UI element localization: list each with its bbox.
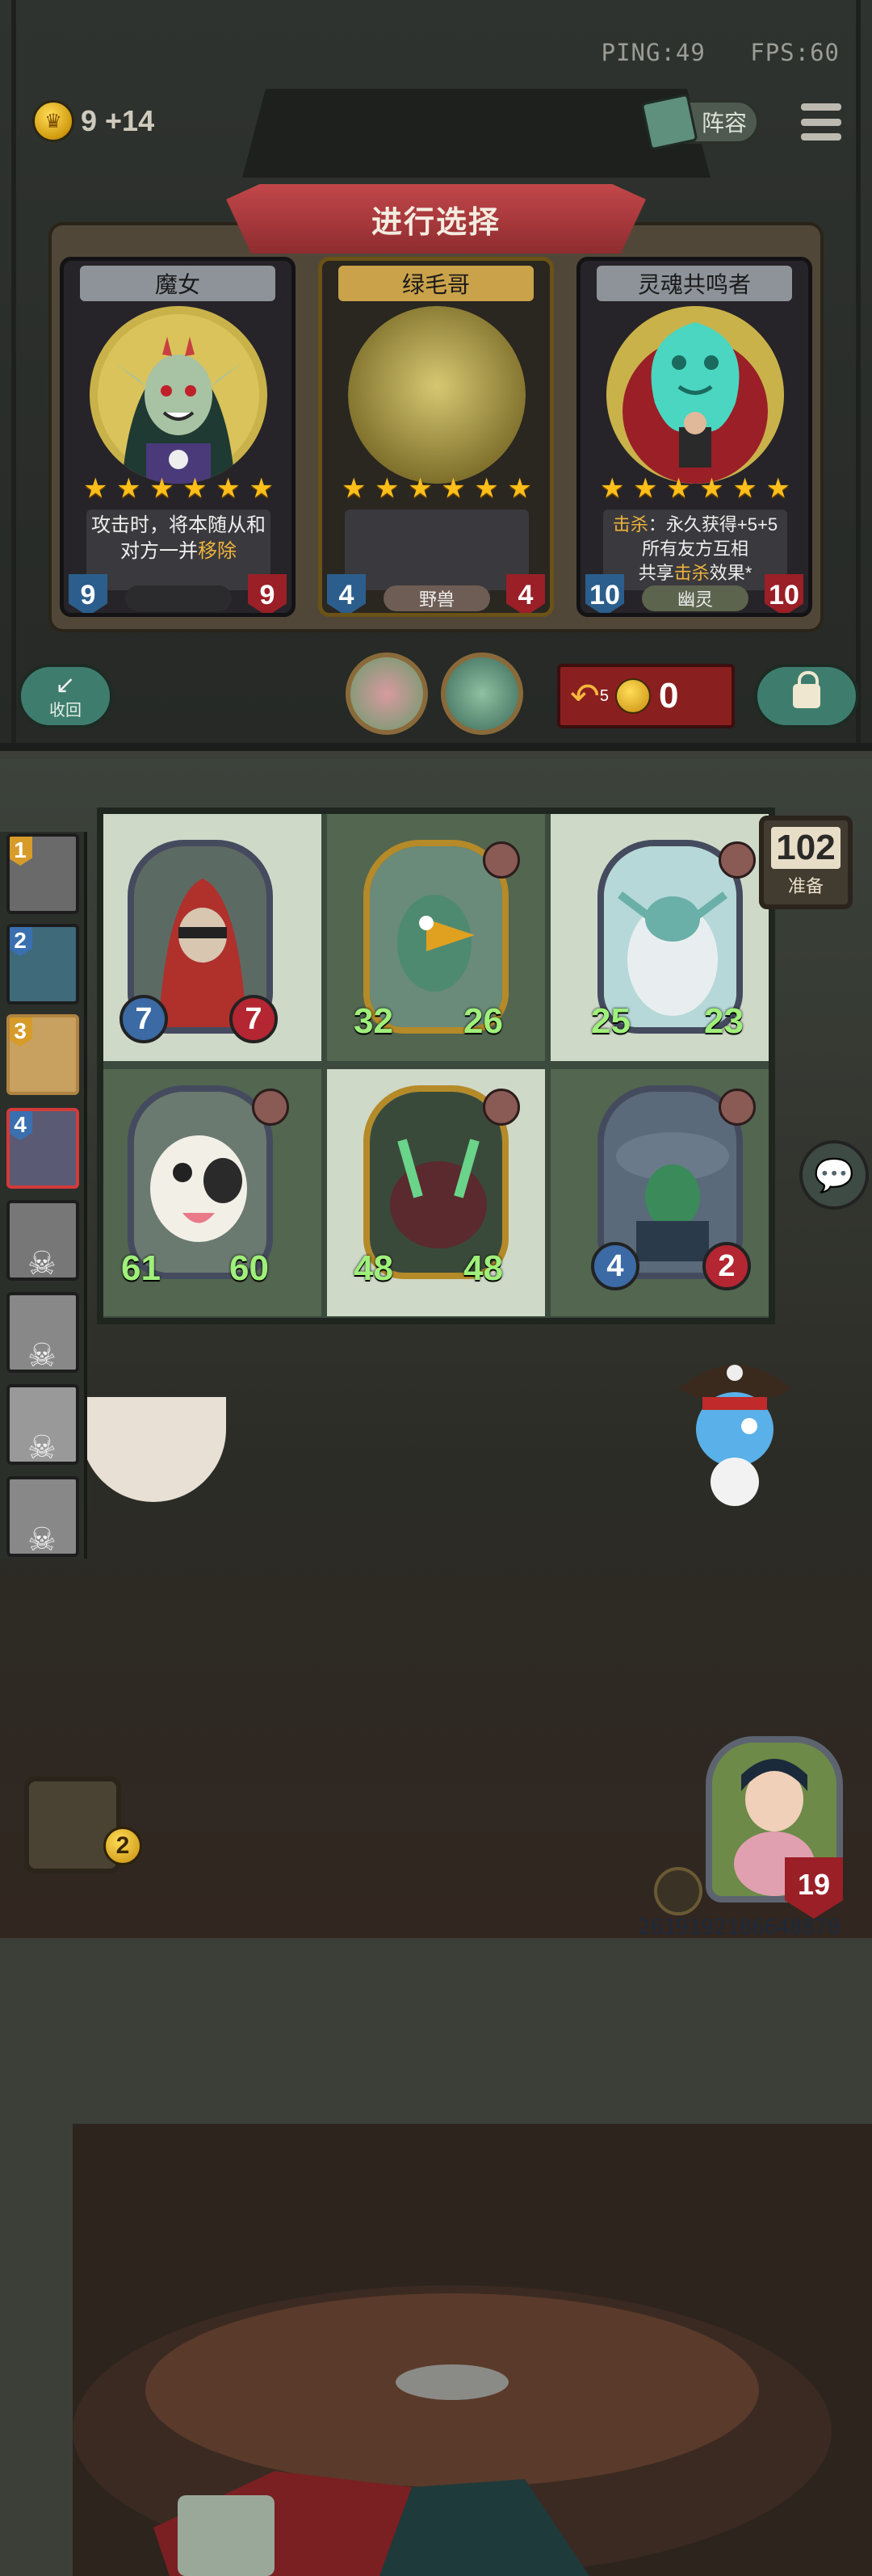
gold-text: 9 +14: [81, 104, 155, 137]
lineup-label: 阵容: [701, 111, 747, 136]
card-name: 魔女: [80, 266, 275, 301]
player-rank: 3: [10, 1017, 32, 1047]
recall-label: 收回: [49, 702, 82, 720]
ping-text: PING:49: [601, 39, 706, 66]
tavern-tier: 2: [103, 1827, 142, 1865]
roulette-table: [73, 2124, 872, 2576]
tribe-badge-icon: [483, 841, 520, 879]
pirate-dolphin-decoration: [670, 1340, 799, 1518]
card-health: 9: [248, 574, 287, 613]
player-slot-eliminated[interactable]: ☠: [6, 1200, 79, 1281]
tribe-badge-icon: [483, 1089, 520, 1126]
skull-icon: ☠: [27, 1246, 57, 1281]
card-name: 绿毛哥: [338, 266, 534, 301]
player-slot-1[interactable]: 1: [6, 833, 79, 914]
player-slot-eliminated[interactable]: ☠: [6, 1384, 79, 1465]
witch-portrait: [90, 306, 267, 484]
player-rank: 4: [10, 1111, 32, 1140]
panel-tab: [242, 89, 711, 178]
choice-card-3[interactable]: 灵魂共鸣者 ★ ★ ★ ★ ★ ★ 击杀：永久获得+5+5 所有友方互相 共享击杀效果* …: [576, 257, 812, 617]
tavern-tier-icon[interactable]: [24, 1777, 121, 1873]
card-attack: 10: [585, 574, 624, 613]
minion-6-attack: 4: [591, 1242, 639, 1290]
card-stars: ★ ★ ★ ★ ★ ★: [342, 473, 532, 504]
shop-item-1-icon[interactable]: [346, 652, 428, 735]
fps-text: FPS:60: [750, 39, 840, 66]
shop-item-2-icon[interactable]: [441, 652, 523, 735]
minion-4-attack: 61: [121, 1248, 161, 1288]
soul-resonator-portrait: [606, 306, 784, 484]
card-text: 击杀：永久获得+5+5 所有友方互相 共享击杀效果*: [603, 510, 787, 590]
tribe-badge-icon: [252, 1089, 289, 1126]
empty-portrait: [348, 306, 526, 484]
chat-icon[interactable]: 💬: [799, 1140, 869, 1210]
card-health: 4: [506, 574, 545, 613]
timer-label: 准备: [787, 876, 824, 896]
card-stars: ★ ★ ★ ★ ★ ★: [83, 473, 274, 504]
card-stars: ★ ★ ★ ★ ★ ★: [600, 473, 790, 504]
minion-4-health: 60: [229, 1248, 269, 1288]
card-text: 攻击时，将本随从和对方一并移除: [86, 510, 270, 590]
skull-icon: ☠: [27, 1430, 57, 1465]
lineup-book-icon: [640, 93, 698, 151]
player-rank: 2: [10, 927, 32, 956]
player-slot-3[interactable]: 3: [6, 1014, 79, 1095]
choice-card-2[interactable]: 绿毛哥 ★ ★ ★ ★ ★ ★ 4 野兽 4: [318, 257, 554, 617]
timer-value: 102: [771, 827, 841, 869]
player-slot-eliminated[interactable]: ☠: [6, 1292, 79, 1373]
skull-icon: ☠: [27, 1522, 57, 1557]
lock-button[interactable]: [754, 664, 859, 728]
card-attack: 9: [69, 574, 107, 613]
recall-arrow-icon: ↙: [55, 672, 76, 699]
minion-6-health: 2: [702, 1242, 751, 1290]
card-health: 10: [765, 574, 803, 613]
gold-display: ♛ 9 +14: [32, 97, 154, 145]
ready-timer: 102 准备: [759, 816, 853, 909]
network-status: PING:49 FPS:60: [602, 39, 840, 66]
hero-power-icon[interactable]: [654, 1867, 702, 1915]
card-tribe-empty: [125, 585, 232, 611]
lineup-button[interactable]: 阵容: [640, 93, 759, 151]
menu-icon[interactable]: [801, 103, 841, 141]
refresh-arrow-icon: ↶: [570, 676, 600, 716]
card-tribe: 野兽: [384, 585, 490, 611]
teacup-decoration: [81, 1397, 226, 1502]
minion-2-health: 26: [463, 1001, 503, 1041]
minion-5-health: 48: [463, 1248, 503, 1288]
gold-coin-icon: ♛: [32, 100, 74, 142]
minion-5-attack: 48: [354, 1248, 393, 1288]
choice-title: 进行选择: [226, 184, 646, 254]
refresh-gold: 0: [659, 676, 679, 715]
player-slot-eliminated[interactable]: ☠: [6, 1476, 79, 1557]
player-slot-2[interactable]: 2: [6, 924, 79, 1005]
player-slot-4[interactable]: 4: [6, 1108, 79, 1189]
refresh-button[interactable]: ↶ 5 0: [557, 664, 735, 728]
recall-button[interactable]: ↙ 收回: [18, 664, 113, 728]
tribe-badge-icon: [719, 1089, 756, 1126]
refresh-coin-icon: [615, 678, 651, 714]
minion-2-attack: 32: [354, 1001, 393, 1041]
player-rank: 1: [10, 837, 32, 866]
minion-3-health: 23: [704, 1001, 744, 1041]
card-attack: 4: [327, 574, 366, 613]
minion-1-health: 7: [229, 995, 278, 1043]
shop-panel: PING:49 FPS:60 ♛ 9 +14 阵容 进行选择 魔女 ★ ★ ★ …: [0, 0, 872, 751]
skull-icon: ☠: [27, 1338, 57, 1373]
card-name: 灵魂共鸣者: [597, 266, 792, 301]
refresh-cost: 5: [599, 686, 609, 705]
minion-3-attack: 25: [591, 1001, 631, 1041]
card-text: [345, 510, 529, 590]
lock-icon: [793, 671, 820, 708]
choice-card-1[interactable]: 魔女 ★ ★ ★ ★ ★ ★ 攻击时，将本随从和对方一并移除 9 9: [60, 257, 296, 617]
card-tribe: 幽灵: [642, 585, 748, 611]
tribe-badge-icon: [719, 841, 756, 879]
user-id: 2619192186648870: [638, 1915, 841, 1940]
minion-1-attack: 7: [119, 995, 168, 1043]
